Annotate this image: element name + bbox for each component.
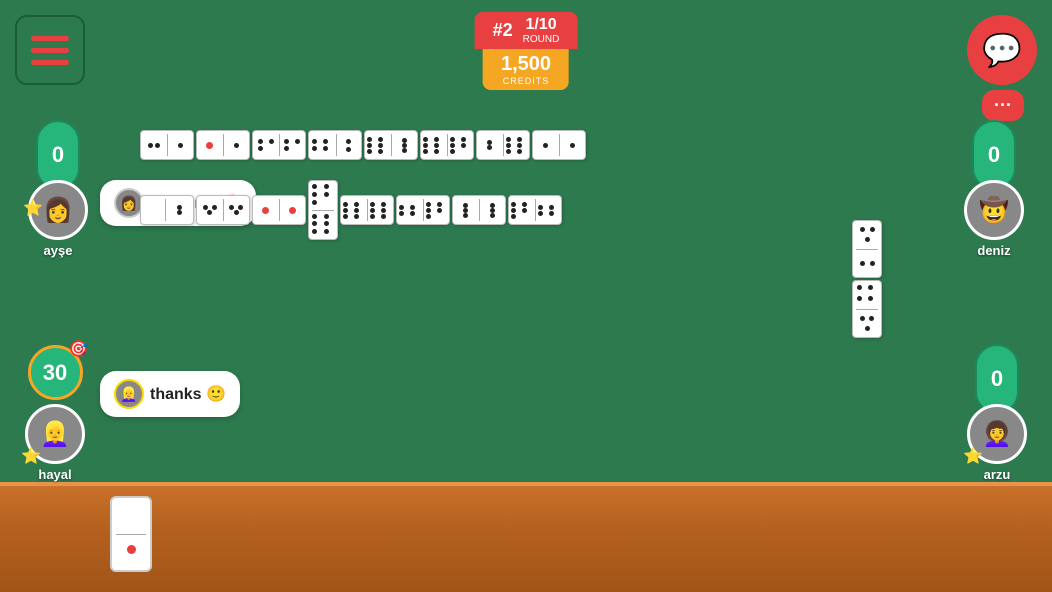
- deniz-name: deniz: [977, 243, 1010, 258]
- menu-line-2: [31, 48, 69, 53]
- round-subtext: ROUND: [523, 34, 560, 45]
- round-top: #2 1/10 ROUND: [475, 12, 578, 49]
- round-info: 1/10 ROUND: [523, 16, 560, 45]
- domino-board: [130, 130, 942, 477]
- round-panel: #2 1/10 ROUND 1,500 CREDITS: [475, 12, 578, 90]
- ayse-star: ⭐: [23, 198, 43, 218]
- credits-label: CREDITS: [501, 76, 551, 86]
- player-arzu: 0 👩‍🦱 ⭐ arzu: [952, 344, 1042, 482]
- domino-tile: [852, 280, 882, 338]
- arzu-name: arzu: [984, 467, 1011, 482]
- credits-amount: 1,500: [501, 53, 551, 76]
- middle-row: [140, 180, 562, 240]
- domino-tile: [476, 130, 530, 160]
- domino-tile: [396, 195, 450, 225]
- domino-tile: [252, 130, 306, 160]
- domino-tile: [196, 130, 250, 160]
- domino-tile: [308, 130, 362, 160]
- ayse-name: ayşe: [44, 243, 73, 258]
- domino-tile: [852, 220, 882, 278]
- domino-tile: [364, 130, 418, 160]
- top-row: [140, 130, 586, 160]
- domino-tile: [420, 130, 474, 160]
- menu-button[interactable]: [15, 15, 85, 85]
- round-number: #2: [493, 20, 513, 41]
- credits-panel: 1,500 CREDITS: [483, 49, 569, 90]
- hayal-star: ⭐: [21, 446, 41, 466]
- domino-tile: [308, 180, 338, 240]
- player-ayse: 0 👩 ⭐ ayşe: [18, 120, 98, 258]
- game-board: #2 1/10 ROUND 1,500 CREDITS 💬 ··· 0 👩 ⭐ …: [0, 0, 1052, 592]
- chat-button[interactable]: 💬: [967, 15, 1037, 85]
- menu-line-3: [31, 60, 69, 65]
- domino-tile: [532, 130, 586, 160]
- hayal-indicator: 🎯: [69, 339, 89, 359]
- menu-line-1: [31, 36, 69, 41]
- domino-tile: [340, 195, 394, 225]
- arzu-star: ⭐: [963, 446, 983, 466]
- round-fraction: 1/10: [523, 16, 560, 34]
- more-button[interactable]: ···: [982, 90, 1024, 121]
- hayal-name: hayal: [38, 467, 71, 482]
- player-hayal: 30 🎯 👱‍♀️ ⭐ hayal: [10, 345, 100, 482]
- chat-icon: 💬: [982, 31, 1022, 69]
- hand-domino[interactable]: [110, 496, 152, 572]
- domino-tile: [140, 195, 194, 225]
- domino-tile: [452, 195, 506, 225]
- player-deniz: 0 🤠 deniz: [954, 120, 1034, 258]
- domino-tile: [252, 195, 306, 225]
- domino-tile: [508, 195, 562, 225]
- deniz-avatar: 🤠: [964, 180, 1024, 240]
- more-icon: ···: [994, 95, 1012, 115]
- wooden-tray: [0, 482, 1052, 592]
- right-vertical: [852, 220, 882, 338]
- domino-tile: [196, 195, 250, 225]
- domino-tile: [140, 130, 194, 160]
